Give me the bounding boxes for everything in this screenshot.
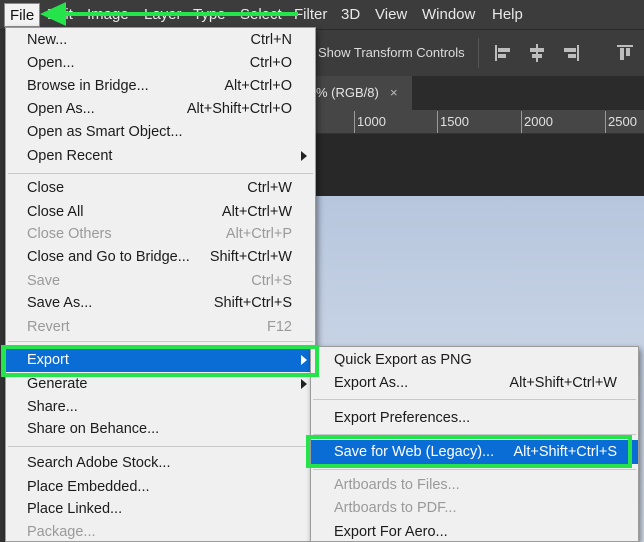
ruler-tick-label: 2000 <box>524 114 553 129</box>
ruler-tick-label: 1500 <box>440 114 469 129</box>
align-top-icon[interactable] <box>614 42 636 64</box>
save-for-web-highlight-box <box>306 435 632 468</box>
menu-item-export-for-aero[interactable]: Export For Aero... <box>311 521 638 542</box>
menu-item-share[interactable]: Share... <box>6 396 315 418</box>
show-transform-controls-label[interactable]: Show Transform Controls <box>318 45 465 60</box>
menu-item-label: Package... <box>27 524 96 540</box>
ruler-mark <box>521 111 522 133</box>
menu-separator <box>313 469 636 470</box>
menu-item-close-go-to-bridge[interactable]: Close and Go to Bridge... Shift+Ctrl+W <box>6 246 315 268</box>
menu-separator <box>313 399 636 400</box>
menu-item-close[interactable]: Close Ctrl+W <box>6 177 315 199</box>
menu-item-label: Open Recent <box>27 148 113 164</box>
menu-item-label: Artboards to PDF... <box>334 500 457 516</box>
file-menu: New... Ctrl+N Open... Ctrl+O Browse in Bri… <box>5 27 316 542</box>
menu-separator <box>8 446 313 447</box>
menu-item-artboards-to-files: Artboards to Files... <box>311 474 638 496</box>
annotation-arrow-icon <box>40 2 298 26</box>
document-tab-strip: % (RGB/8) × <box>316 76 644 110</box>
menu-item-label: Close <box>27 180 65 196</box>
menu-item-label: Place Linked... <box>27 501 123 517</box>
align-right-icon[interactable] <box>560 42 582 64</box>
menu-separator <box>8 173 313 174</box>
menu-item-label: Open as Smart Object... <box>27 124 183 140</box>
ruler-mark <box>354 111 355 133</box>
menu-item-save: Save Ctrl+S <box>6 270 315 292</box>
menu-item-label: Share on Behance... <box>27 421 160 437</box>
menu-item-label: Browse in Bridge... <box>27 78 149 94</box>
menu-item-shortcut: Shift+Ctrl+W <box>209 249 292 265</box>
menu-view[interactable]: View <box>370 5 412 25</box>
menu-item-close-all[interactable]: Close All Alt+Ctrl+W <box>6 201 315 223</box>
menu-item-new[interactable]: New... Ctrl+N <box>6 29 315 51</box>
menu-item-search-adobe-stock[interactable]: Search Adobe Stock... <box>6 452 315 474</box>
menu-item-label: Close Others <box>27 226 112 242</box>
menu-item-label: Search Adobe Stock... <box>27 455 171 471</box>
ruler-tick-label: 1000 <box>357 114 386 129</box>
menu-item-label: Close All <box>27 204 84 220</box>
options-bar: Show Transform Controls <box>316 30 644 76</box>
align-center-icon[interactable] <box>526 42 548 64</box>
menu-item-close-others: Close Others Alt+Ctrl+P <box>6 223 315 245</box>
menu-window[interactable]: Window <box>417 5 480 25</box>
menu-file[interactable]: File <box>4 3 41 27</box>
menu-item-label: Export For Aero... <box>334 524 448 540</box>
menu-item-export-preferences[interactable]: Export Preferences... <box>311 407 638 429</box>
menu-item-shortcut: Alt+Shift+Ctrl+O <box>186 101 292 117</box>
menu-item-revert: Revert F12 <box>6 316 315 338</box>
menu-item-label: Place Embedded... <box>27 479 150 495</box>
menu-item-quick-export-png[interactable]: Quick Export as PNG <box>311 349 638 371</box>
submenu-arrow-icon <box>301 379 307 389</box>
submenu-arrow-icon <box>301 151 307 161</box>
menu-item-label: Close and Go to Bridge... <box>27 249 190 265</box>
menu-3d[interactable]: 3D <box>336 5 365 25</box>
menu-item-shortcut: Alt+Shift+Ctrl+W <box>509 375 617 391</box>
menu-item-share-on-behance[interactable]: Share on Behance... <box>6 418 315 440</box>
menu-item-label: Artboards to Files... <box>334 477 460 493</box>
menu-item-shortcut: Alt+Ctrl+W <box>221 204 292 220</box>
menu-item-shortcut: Ctrl+W <box>247 180 292 196</box>
menu-item-label: Open As... <box>27 101 95 117</box>
menu-item-open-recent[interactable]: Open Recent <box>6 145 315 167</box>
ruler-mark <box>437 111 438 133</box>
menu-help[interactable]: Help <box>487 5 528 25</box>
options-separator <box>478 38 479 68</box>
menu-item-label: New... <box>27 32 68 48</box>
menu-item-shortcut: Alt+Ctrl+O <box>224 78 292 94</box>
ruler-mark <box>605 111 606 133</box>
menu-item-shortcut: Ctrl+O <box>249 55 292 71</box>
menu-item-label: Export Preferences... <box>334 410 471 426</box>
menu-item-shortcut: Ctrl+S <box>251 273 292 289</box>
ruler-tick-label: 2500 <box>608 114 637 129</box>
menu-item-artboards-to-pdf: Artboards to PDF... <box>311 497 638 519</box>
menu-item-save-as[interactable]: Save As... Shift+Ctrl+S <box>6 292 315 314</box>
menu-item-open-smart-object[interactable]: Open as Smart Object... <box>6 121 315 143</box>
menu-item-label: Save <box>27 273 61 289</box>
canvas-pasteboard <box>316 134 644 196</box>
align-left-icon[interactable] <box>492 42 514 64</box>
tab-document[interactable]: % (RGB/8) × <box>316 76 412 110</box>
menu-item-open-as[interactable]: Open As... Alt+Shift+Ctrl+O <box>6 98 315 120</box>
close-tab-icon[interactable]: × <box>390 76 398 110</box>
menu-item-label: Share... <box>27 399 78 415</box>
menu-item-shortcut: Ctrl+N <box>250 32 293 48</box>
menu-item-place-linked[interactable]: Place Linked... <box>6 498 315 520</box>
menu-item-label: Revert <box>27 319 70 335</box>
menu-item-shortcut: Alt+Ctrl+P <box>225 226 292 242</box>
menu-item-label: Export As... <box>334 375 409 391</box>
document-tab-title: % (RGB/8) <box>316 85 379 100</box>
menu-item-export-as[interactable]: Export As... Alt+Shift+Ctrl+W <box>311 372 638 394</box>
menu-item-package: Package... <box>6 521 315 542</box>
menu-item-browse-in-bridge[interactable]: Browse in Bridge... Alt+Ctrl+O <box>6 75 315 97</box>
menu-item-shortcut: F12 <box>267 319 292 335</box>
menu-item-open[interactable]: Open... Ctrl+O <box>6 52 315 74</box>
menu-item-label: Save As... <box>27 295 93 311</box>
horizontal-ruler: 1000 1500 2000 2500 <box>316 110 644 134</box>
menu-item-place-embedded[interactable]: Place Embedded... <box>6 476 315 498</box>
menu-item-shortcut: Shift+Ctrl+S <box>213 295 292 311</box>
menu-separator <box>8 341 313 342</box>
menu-item-label: Quick Export as PNG <box>334 352 472 368</box>
menu-item-label: Open... <box>27 55 75 71</box>
export-highlight-box <box>1 345 319 377</box>
